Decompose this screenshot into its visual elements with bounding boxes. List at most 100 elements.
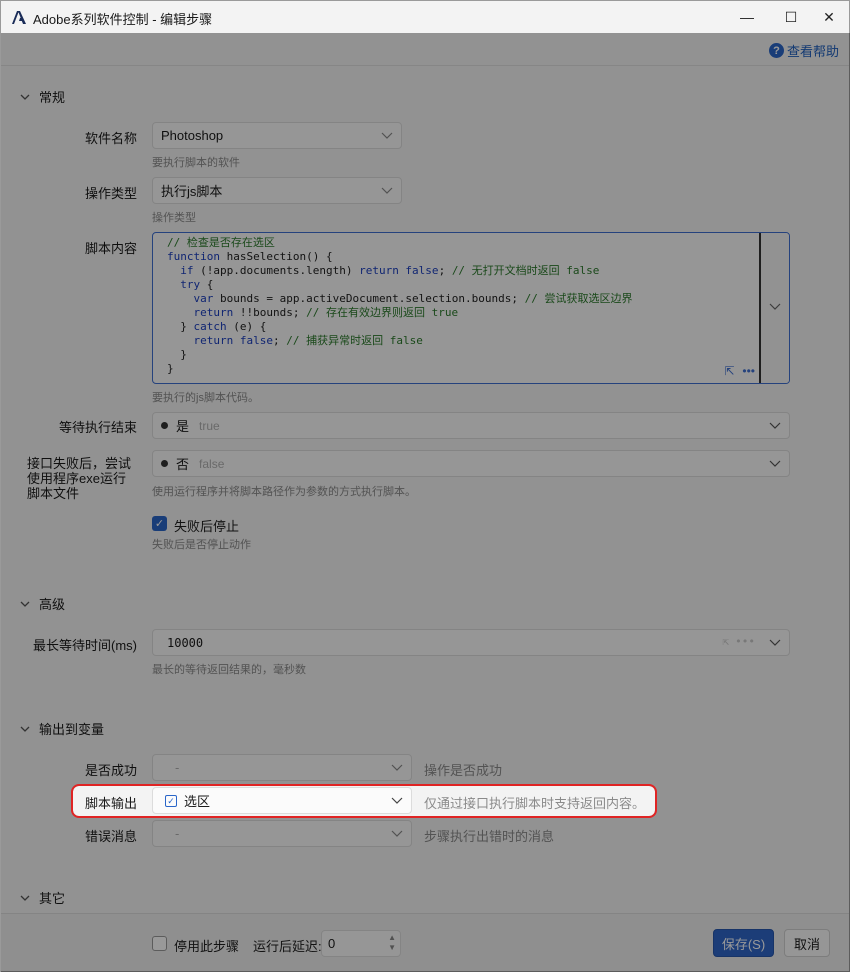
section-general-toggle[interactable]: 常规	[19, 87, 65, 106]
code-toolbar: ⇱ •••	[724, 364, 755, 378]
chevron-down-icon[interactable]	[769, 639, 781, 647]
chevron-down-icon	[391, 764, 403, 771]
error-hint: 步骤执行出错时的消息	[424, 829, 555, 844]
help-label: 查看帮助	[786, 44, 839, 59]
disable-step-checkbox[interactable]	[152, 936, 167, 951]
op-type-value: 执行js脚本	[161, 184, 223, 199]
chevron-down-icon	[20, 94, 30, 100]
save-button[interactable]: 保存(S)	[713, 929, 774, 957]
check-icon: ✓	[154, 518, 165, 530]
wait-label: 等待执行结束	[58, 420, 137, 435]
fallback-sub: false	[199, 456, 225, 471]
op-type-hint: 操作类型	[152, 212, 196, 224]
cancel-button[interactable]: 取消	[784, 929, 830, 957]
section-other-toggle[interactable]: 其它	[19, 888, 65, 907]
timeout-input[interactable]: 10000 ⇱ •••	[152, 629, 790, 656]
section-general-title: 常规	[39, 90, 66, 105]
delay-value: 0	[328, 936, 336, 951]
timeout-hint: 最长的等待返回结果的，毫秒数	[152, 664, 306, 676]
error-label: 错误消息	[84, 829, 137, 844]
wait-select[interactable]: 是 true	[152, 412, 790, 439]
software-hint: 要执行脚本的软件	[152, 157, 240, 169]
adobe-logo-icon	[12, 11, 26, 24]
section-other-title: 其它	[39, 891, 66, 906]
success-hint: 操作是否成功	[424, 763, 503, 778]
minimize-icon: —	[740, 9, 754, 25]
window-title: Adobe系列软件控制 - 编辑步骤	[33, 12, 213, 27]
highlight-box	[71, 784, 657, 818]
success-select[interactable]: -	[152, 754, 412, 781]
error-select[interactable]: -	[152, 820, 412, 847]
chevron-down-icon	[391, 830, 403, 837]
op-type-label: 操作类型	[84, 186, 137, 201]
title-bar: Adobe系列软件控制 - 编辑步骤 — ☐ ✕	[1, 1, 849, 33]
code-line: function hasSelection() {	[167, 250, 333, 263]
more-icon[interactable]: •••	[735, 635, 755, 648]
script-editor[interactable]: // 检查是否存在选区 function hasSelection() { if …	[152, 232, 790, 384]
timeout-value: 10000	[167, 635, 204, 650]
code-line: return false; // 捕获异常时返回 false	[193, 334, 423, 347]
save-label: 保存(S)	[721, 936, 766, 952]
code-line: try {	[180, 278, 214, 291]
close-button[interactable]: ✕	[807, 1, 850, 33]
delay-label: 运行后延迟:	[253, 939, 322, 954]
minimize-button[interactable]: —	[725, 1, 769, 33]
code-line: var bounds = app.activeDocument.selectio…	[193, 292, 633, 305]
fallback-select[interactable]: 否 false	[152, 450, 790, 477]
stop-on-fail-label: 失败后停止	[174, 519, 240, 534]
disable-step-label: 停用此步骤	[174, 939, 240, 954]
section-advanced-toggle[interactable]: 高级	[19, 594, 65, 613]
chevron-down-icon	[20, 601, 30, 607]
chevron-down-icon[interactable]	[769, 303, 781, 311]
section-advanced-title: 高级	[39, 597, 66, 612]
software-select[interactable]: Photoshop	[152, 122, 402, 149]
timeout-label: 最长等待时间(ms)	[33, 638, 137, 653]
section-output-title: 输出到变量	[39, 722, 105, 737]
stop-on-fail-hint: 失败后是否停止动作	[152, 539, 251, 551]
code-line: } catch (e) {	[167, 320, 267, 333]
code-line: return !!bounds; // 存在有效边界则返回 true	[193, 306, 459, 319]
radio-dot-icon	[161, 422, 168, 429]
script-hint: 要执行的js脚本代码。	[152, 392, 259, 404]
help-link[interactable]: ? 查看帮助	[768, 41, 839, 60]
chevron-down-icon	[769, 422, 781, 429]
more-icon[interactable]: •••	[742, 364, 755, 378]
dialog-window: Adobe系列软件控制 - 编辑步骤 — ☐ ✕ ? 查看帮助 常规 软件名称 …	[0, 0, 850, 972]
op-type-select[interactable]: 执行js脚本	[152, 177, 402, 204]
chevron-down-icon	[381, 187, 393, 194]
success-label: 是否成功	[84, 763, 137, 778]
radio-dot-icon	[161, 460, 168, 467]
wait-sub: true	[199, 418, 220, 433]
fallback-hint: 使用运行程序并将脚本路径作为参数的方式执行脚本。	[152, 486, 416, 498]
fallback-label: 接口失败后，尝试使用程序exe运行脚本文件	[27, 456, 132, 501]
maximize-icon: ☐	[784, 8, 798, 25]
code-line: // 检查是否存在选区	[167, 236, 275, 249]
error-value: -	[175, 826, 180, 841]
close-icon: ✕	[823, 8, 835, 25]
software-value: Photoshop	[161, 128, 224, 143]
cancel-label: 取消	[793, 936, 820, 952]
chevron-down-icon	[20, 726, 30, 732]
fallback-value: 否	[176, 457, 190, 472]
help-icon: ?	[768, 43, 784, 58]
chevron-down-icon	[381, 132, 393, 139]
code-line: if (!app.documents.length) return false;…	[180, 264, 600, 277]
section-output-toggle[interactable]: 输出到变量	[19, 719, 104, 738]
expand-icon[interactable]: ⇱	[722, 635, 729, 648]
script-label: 脚本内容	[84, 241, 137, 256]
success-value: -	[175, 760, 180, 775]
code-content[interactable]: // 检查是否存在选区 function hasSelection() { if …	[167, 236, 757, 376]
chevron-down-icon	[20, 895, 30, 901]
stop-on-fail-checkbox[interactable]: ✓	[152, 516, 167, 531]
code-side-panel	[761, 233, 789, 383]
wait-value: 是	[176, 419, 190, 434]
code-line: }	[167, 348, 187, 361]
header-divider	[1, 65, 849, 66]
footer-bar: 停用此步骤 运行后延迟: 0 ▲ ▼ 保存(S) 取消	[1, 913, 849, 971]
software-label: 软件名称	[84, 131, 137, 146]
chevron-down-icon	[769, 460, 781, 467]
code-line: }	[167, 362, 174, 375]
stepper-icon[interactable]: ▲ ▼	[388, 933, 396, 953]
delay-input[interactable]: 0 ▲ ▼	[321, 930, 401, 957]
expand-icon[interactable]: ⇱	[724, 364, 734, 378]
